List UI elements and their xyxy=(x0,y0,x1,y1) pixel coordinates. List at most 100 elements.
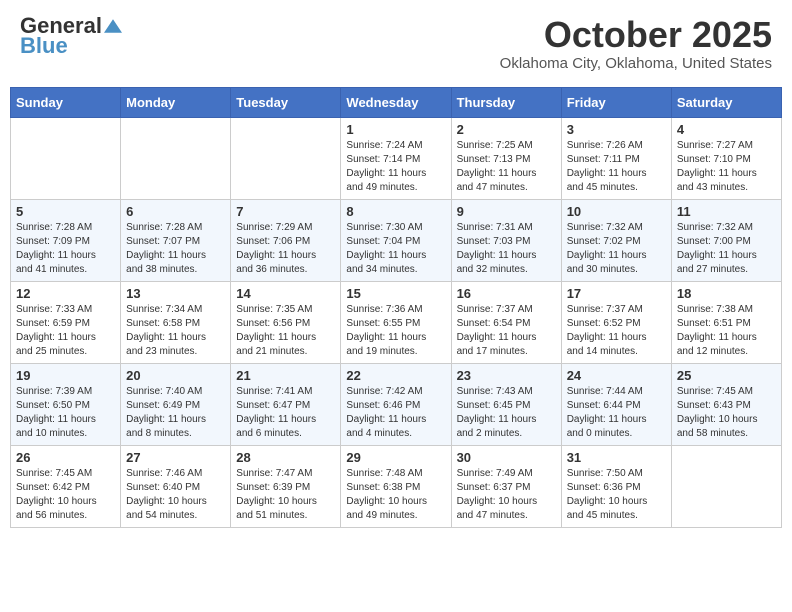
calendar-row-2: 12 Sunrise: 7:33 AMSunset: 6:59 PMDayligh… xyxy=(11,281,782,363)
day-number: 24 xyxy=(567,368,666,383)
day-info: Sunrise: 7:38 AMSunset: 6:51 PMDaylight:… xyxy=(677,303,776,359)
day-number: 4 xyxy=(677,122,776,137)
calendar-cell xyxy=(231,117,341,199)
day-info: Sunrise: 7:32 AMSunset: 7:02 PMDaylight:… xyxy=(567,221,666,277)
calendar-header-monday: Monday xyxy=(121,87,231,117)
calendar-cell: 20Sunrise: 7:40 AMSunset: 6:49 PMDayligh… xyxy=(121,363,231,445)
calendar-header-row: SundayMondayTuesdayWednesdayThursdayFrid… xyxy=(11,87,782,117)
day-number: 31 xyxy=(567,450,666,465)
day-info: Sunrise: 7:42 AMSunset: 6:46 PMDaylight:… xyxy=(346,385,445,441)
day-info: Sunrise: 7:44 AMSunset: 6:44 PMDaylight:… xyxy=(567,385,666,441)
day-number: 9 xyxy=(457,204,556,219)
day-number: 8 xyxy=(346,204,445,219)
day-number: 15 xyxy=(346,286,445,301)
day-number: 16 xyxy=(457,286,556,301)
calendar-cell: 17 Sunrise: 7:37 AMSunset: 6:52 PMDayligh… xyxy=(561,281,671,363)
logo: General Blue xyxy=(20,15,122,59)
calendar-cell: 15 Sunrise: 7:36 AMSunset: 6:55 PMDayligh… xyxy=(341,281,451,363)
title-section: October 2025 Oklahoma City, Oklahoma, Un… xyxy=(500,15,772,72)
calendar-cell: 2 Sunrise: 7:25 AMSunset: 7:13 PMDaylight… xyxy=(451,117,561,199)
day-info: Sunrise: 7:37 AMSunset: 6:52 PMDaylight:… xyxy=(567,303,666,359)
calendar-cell: 12 Sunrise: 7:33 AMSunset: 6:59 PMDayligh… xyxy=(11,281,121,363)
day-number: 12 xyxy=(16,286,115,301)
day-info: Sunrise: 7:46 AMSunset: 6:40 PMDaylight:… xyxy=(126,467,225,523)
day-info: Sunrise: 7:45 AMSunset: 6:43 PMDaylight:… xyxy=(677,385,776,441)
calendar-cell: 23 Sunrise: 7:43 AMSunset: 6:45 PMDayligh… xyxy=(451,363,561,445)
calendar-cell: 26Sunrise: 7:45 AMSunset: 6:42 PMDayligh… xyxy=(11,445,121,527)
calendar-cell xyxy=(11,117,121,199)
day-number: 2 xyxy=(457,122,556,137)
day-number: 28 xyxy=(236,450,335,465)
day-info: Sunrise: 7:27 AMSunset: 7:10 PMDaylight:… xyxy=(677,139,776,195)
calendar-row-1: 5Sunrise: 7:28 AMSunset: 7:09 PMDaylight… xyxy=(11,199,782,281)
calendar-cell: 4 Sunrise: 7:27 AMSunset: 7:10 PMDaylight… xyxy=(671,117,781,199)
month-title: October 2025 xyxy=(500,15,772,55)
calendar-header-tuesday: Tuesday xyxy=(231,87,341,117)
day-info: Sunrise: 7:31 AMSunset: 7:03 PMDaylight:… xyxy=(457,221,556,277)
calendar-cell: 28 Sunrise: 7:47 AMSunset: 6:39 PMDayligh… xyxy=(231,445,341,527)
calendar-header-wednesday: Wednesday xyxy=(341,87,451,117)
day-info: Sunrise: 7:35 AMSunset: 6:56 PMDaylight:… xyxy=(236,303,335,359)
calendar-cell: 9 Sunrise: 7:31 AMSunset: 7:03 PMDaylight… xyxy=(451,199,561,281)
day-info: Sunrise: 7:45 AMSunset: 6:42 PMDaylight:… xyxy=(16,467,115,523)
day-info: Sunrise: 7:49 AMSunset: 6:37 PMDaylight:… xyxy=(457,467,556,523)
day-number: 14 xyxy=(236,286,335,301)
day-info: Sunrise: 7:36 AMSunset: 6:55 PMDaylight:… xyxy=(346,303,445,359)
day-info: Sunrise: 7:30 AMSunset: 7:04 PMDaylight:… xyxy=(346,221,445,277)
day-number: 21 xyxy=(236,368,335,383)
day-info: Sunrise: 7:24 AMSunset: 7:14 PMDaylight:… xyxy=(346,139,445,195)
day-info: Sunrise: 7:40 AMSunset: 6:49 PMDaylight:… xyxy=(126,385,225,441)
calendar-body: 1 Sunrise: 7:24 AMSunset: 7:14 PMDaylight… xyxy=(11,117,782,527)
calendar-cell: 18 Sunrise: 7:38 AMSunset: 6:51 PMDayligh… xyxy=(671,281,781,363)
calendar-cell: 27Sunrise: 7:46 AMSunset: 6:40 PMDayligh… xyxy=(121,445,231,527)
day-info: Sunrise: 7:43 AMSunset: 6:45 PMDaylight:… xyxy=(457,385,556,441)
day-number: 11 xyxy=(677,204,776,219)
calendar-cell: 8 Sunrise: 7:30 AMSunset: 7:04 PMDaylight… xyxy=(341,199,451,281)
calendar-header-saturday: Saturday xyxy=(671,87,781,117)
calendar-header-sunday: Sunday xyxy=(11,87,121,117)
calendar-header-friday: Friday xyxy=(561,87,671,117)
calendar-cell: 7 Sunrise: 7:29 AMSunset: 7:06 PMDaylight… xyxy=(231,199,341,281)
calendar-row-0: 1 Sunrise: 7:24 AMSunset: 7:14 PMDaylight… xyxy=(11,117,782,199)
day-number: 29 xyxy=(346,450,445,465)
day-number: 18 xyxy=(677,286,776,301)
calendar-cell: 25 Sunrise: 7:45 AMSunset: 6:43 PMDayligh… xyxy=(671,363,781,445)
calendar-cell: 14 Sunrise: 7:35 AMSunset: 6:56 PMDayligh… xyxy=(231,281,341,363)
day-number: 23 xyxy=(457,368,556,383)
day-number: 17 xyxy=(567,286,666,301)
day-number: 6 xyxy=(126,204,225,219)
day-info: Sunrise: 7:48 AMSunset: 6:38 PMDaylight:… xyxy=(346,467,445,523)
calendar-cell: 13Sunrise: 7:34 AMSunset: 6:58 PMDayligh… xyxy=(121,281,231,363)
calendar-cell: 6 Sunrise: 7:28 AMSunset: 7:07 PMDaylight… xyxy=(121,199,231,281)
day-info: Sunrise: 7:50 AMSunset: 6:36 PMDaylight:… xyxy=(567,467,666,523)
day-info: Sunrise: 7:26 AMSunset: 7:11 PMDaylight:… xyxy=(567,139,666,195)
day-info: Sunrise: 7:25 AMSunset: 7:13 PMDaylight:… xyxy=(457,139,556,195)
calendar-cell: 21 Sunrise: 7:41 AMSunset: 6:47 PMDayligh… xyxy=(231,363,341,445)
day-number: 3 xyxy=(567,122,666,137)
page-header: General Blue October 2025 Oklahoma City,… xyxy=(10,10,782,77)
calendar-row-4: 26Sunrise: 7:45 AMSunset: 6:42 PMDayligh… xyxy=(11,445,782,527)
calendar-cell xyxy=(121,117,231,199)
day-number: 1 xyxy=(346,122,445,137)
calendar-cell: 19Sunrise: 7:39 AMSunset: 6:50 PMDayligh… xyxy=(11,363,121,445)
day-info: Sunrise: 7:33 AMSunset: 6:59 PMDaylight:… xyxy=(16,303,115,359)
calendar-cell: 22 Sunrise: 7:42 AMSunset: 6:46 PMDayligh… xyxy=(341,363,451,445)
day-number: 7 xyxy=(236,204,335,219)
calendar-row-3: 19Sunrise: 7:39 AMSunset: 6:50 PMDayligh… xyxy=(11,363,782,445)
day-info: Sunrise: 7:37 AMSunset: 6:54 PMDaylight:… xyxy=(457,303,556,359)
day-info: Sunrise: 7:32 AMSunset: 7:00 PMDaylight:… xyxy=(677,221,776,277)
day-info: Sunrise: 7:41 AMSunset: 6:47 PMDaylight:… xyxy=(236,385,335,441)
calendar-cell: 31 Sunrise: 7:50 AMSunset: 6:36 PMDayligh… xyxy=(561,445,671,527)
day-info: Sunrise: 7:29 AMSunset: 7:06 PMDaylight:… xyxy=(236,221,335,277)
day-info: Sunrise: 7:28 AMSunset: 7:09 PMDaylight:… xyxy=(16,221,115,277)
calendar: SundayMondayTuesdayWednesdayThursdayFrid… xyxy=(10,87,782,528)
calendar-cell: 29 Sunrise: 7:48 AMSunset: 6:38 PMDayligh… xyxy=(341,445,451,527)
calendar-header-thursday: Thursday xyxy=(451,87,561,117)
day-info: Sunrise: 7:47 AMSunset: 6:39 PMDaylight:… xyxy=(236,467,335,523)
day-info: Sunrise: 7:28 AMSunset: 7:07 PMDaylight:… xyxy=(126,221,225,277)
day-number: 22 xyxy=(346,368,445,383)
calendar-cell: 10Sunrise: 7:32 AMSunset: 7:02 PMDayligh… xyxy=(561,199,671,281)
day-number: 25 xyxy=(677,368,776,383)
day-info: Sunrise: 7:34 AMSunset: 6:58 PMDaylight:… xyxy=(126,303,225,359)
calendar-cell xyxy=(671,445,781,527)
